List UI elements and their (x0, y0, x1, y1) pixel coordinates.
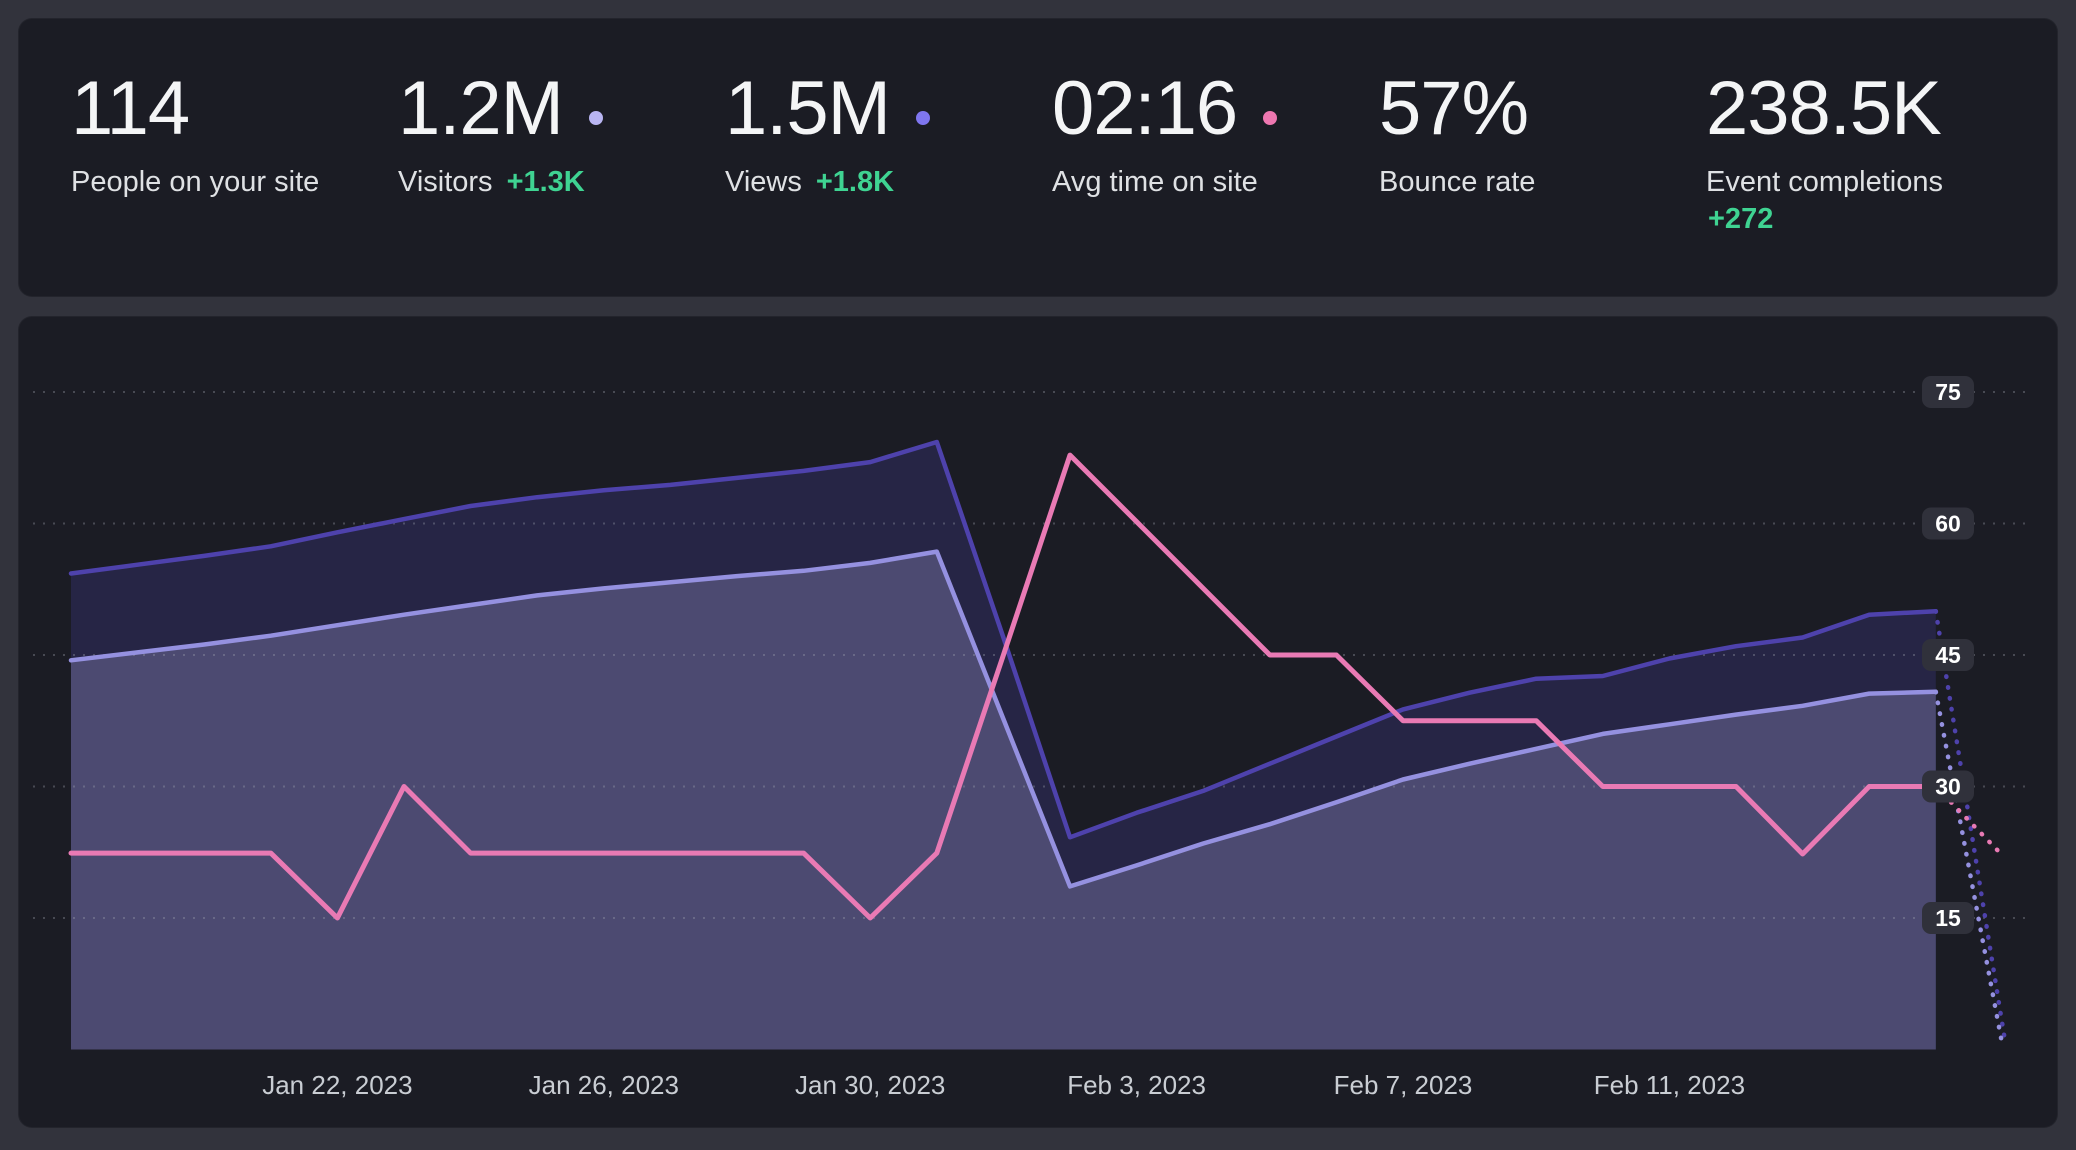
stat-visitors[interactable]: 1.2M Visitors +1.3K (398, 69, 725, 236)
people-on-site-value: 114 (71, 69, 189, 149)
avg-time-series-dot (1263, 111, 1277, 125)
svg-text:Feb 3, 2023: Feb 3, 2023 (1067, 1070, 1206, 1100)
stats-summary-card: 114 People on your site 1.2M Visitors +1.… (18, 18, 2058, 297)
views-value: 1.5M (725, 69, 890, 149)
event-completions-label: Event completions (1706, 166, 1943, 198)
visitors-delta: +1.3K (507, 166, 585, 198)
visitors-series-dot (589, 111, 603, 125)
svg-text:Jan 22, 2023: Jan 22, 2023 (262, 1070, 412, 1100)
views-delta: +1.8K (816, 166, 894, 198)
svg-text:30: 30 (1935, 774, 1961, 800)
traffic-chart-card: 15 30 45 60 75 Jan 22, 2023 Jan 26, 2023 Jan 3… (18, 316, 2058, 1128)
views-label: Views (725, 166, 802, 198)
stat-event-completions[interactable]: 238.5K Event completions +272 (1706, 69, 2033, 236)
x-axis-date-labels: Jan 22, 2023 Jan 26, 2023 Jan 30, 2023 Feb … (262, 1070, 1745, 1100)
svg-text:75: 75 (1935, 379, 1961, 405)
svg-text:15: 15 (1935, 905, 1961, 931)
svg-text:Feb 7, 2023: Feb 7, 2023 (1334, 1070, 1473, 1100)
people-on-site-label: People on your site (71, 166, 319, 198)
stat-people-on-site[interactable]: 114 People on your site (71, 69, 398, 236)
event-completions-value: 238.5K (1706, 69, 1941, 149)
stats-row: 114 People on your site 1.2M Visitors +1.… (19, 19, 2057, 236)
avg-time-label: Avg time on site (1052, 166, 1258, 198)
bounce-rate-value: 57% (1379, 69, 1528, 149)
svg-text:60: 60 (1935, 511, 1961, 537)
chart-dotted-projections (1936, 611, 2006, 1045)
avg-time-value: 02:16 (1052, 69, 1237, 149)
visitors-value: 1.2M (398, 69, 563, 149)
stat-avg-time[interactable]: 02:16 Avg time on site (1052, 69, 1379, 236)
event-completions-delta: +272 (1708, 202, 2033, 236)
chart-area-fills (71, 442, 1936, 1050)
views-series-dot (916, 111, 930, 125)
stat-views[interactable]: 1.5M Views +1.8K (725, 69, 1052, 236)
visitors-area (71, 552, 1936, 1050)
svg-text:Jan 30, 2023: Jan 30, 2023 (795, 1070, 945, 1100)
svg-text:Feb 11, 2023: Feb 11, 2023 (1594, 1070, 1745, 1100)
svg-text:Jan 26, 2023: Jan 26, 2023 (529, 1070, 679, 1100)
visitors-label: Visitors (398, 166, 493, 198)
traffic-chart-canvas[interactable]: 15 30 45 60 75 Jan 22, 2023 Jan 26, 2023 Jan 3… (19, 317, 2059, 1129)
bounce-rate-label: Bounce rate (1379, 166, 1535, 198)
stat-bounce-rate[interactable]: 57% Bounce rate (1379, 69, 1706, 236)
svg-text:45: 45 (1935, 642, 1961, 668)
